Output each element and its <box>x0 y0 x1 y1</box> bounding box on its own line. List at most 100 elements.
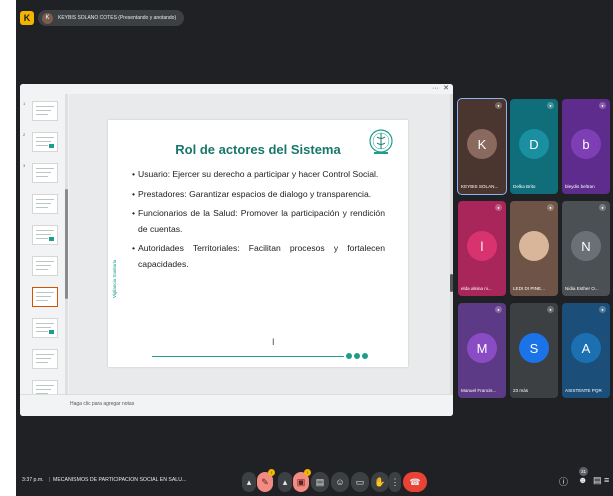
participant-tile[interactable]: ● LEDI DI PINE... <box>510 201 558 296</box>
emoji-button[interactable]: ☺ <box>331 472 349 492</box>
camera-button[interactable]: ▣! <box>293 469 311 492</box>
mic-muted-icon: ● <box>495 102 502 109</box>
text-cursor-icon: I <box>272 337 275 347</box>
emoji-icon: ☺ <box>335 477 345 487</box>
more-icon[interactable]: ··· <box>432 84 439 93</box>
raise-hand-button[interactable]: ✋ <box>371 472 389 492</box>
slide-thumbnail-preview <box>32 349 58 369</box>
meeting-name: MECANISMOS DE PARTICIPACION SOCIAL EN SA… <box>53 477 187 483</box>
thumbnail-text-line <box>36 145 48 146</box>
participant-name: 23 más <box>513 388 529 393</box>
participant-name: Delka Brito <box>513 184 536 189</box>
participant-avatar: l <box>467 231 497 261</box>
mic-button[interactable]: ✎! <box>257 469 275 492</box>
leave-call-icon: ☎ <box>409 476 421 487</box>
present-button[interactable]: ▭ <box>351 472 369 492</box>
presenter-indicator[interactable]: K KEYBIS SOLANO COTES (Presentando y ano… <box>38 10 185 26</box>
thumbnail-text-line <box>36 106 54 107</box>
participant-tile[interactable]: ● N Nidia Esther O... <box>562 201 610 296</box>
meeting-screen: K K KEYBIS SOLANO COTES (Presentando y a… <box>16 0 613 496</box>
slide-thumbnail[interactable] <box>20 255 66 279</box>
slide-bullet: Autoridades Territoriales: Facilitan pro… <box>132 241 385 272</box>
slide-thumbnail[interactable] <box>20 224 66 248</box>
slide-thumbnail-panel[interactable]: 1 2 3 <box>20 94 66 416</box>
thumbnail-text-line <box>36 296 51 297</box>
slide-thumbnail-preview <box>32 101 58 121</box>
more-mic-options-icon: ▴ <box>246 476 252 487</box>
thumbnail-text-line <box>36 207 48 208</box>
activities-icon[interactable]: ≡ <box>604 475 609 485</box>
speaker-notes-bar[interactable]: Haga clic para agregar notas <box>20 394 453 416</box>
slide-footer <box>108 352 408 362</box>
thumbnail-text-line <box>36 172 51 173</box>
warning-badge-icon: ! <box>268 469 275 476</box>
participant-tile[interactable]: ● M Manuel Francis... <box>458 303 506 398</box>
instagram-icon <box>354 353 360 359</box>
close-icon[interactable]: ✕ <box>443 84 449 93</box>
people-icon[interactable]: ☻ <box>578 475 587 485</box>
slide-thumbnail[interactable] <box>20 193 66 217</box>
mic-icon: ✎ <box>261 476 269 487</box>
facebook-icon <box>346 353 352 359</box>
thumbnail-text-line <box>36 354 54 355</box>
slide-scrollbar[interactable] <box>450 94 453 394</box>
thumbnail-text-line <box>36 331 48 332</box>
more-options-button[interactable]: ⋮ <box>389 472 401 492</box>
thumbnail-scrollbar-thumb[interactable] <box>65 189 68 299</box>
thumbnail-text-line <box>36 261 54 262</box>
slide-thumbnail-preview <box>32 287 58 307</box>
slide-canvas[interactable]: Rol de actores del Sistema Usuario: Ejer… <box>69 94 450 394</box>
participant-tile[interactable]: ● S 23 más <box>510 303 558 398</box>
slide-thumbnail-preview <box>32 256 58 276</box>
thumbnail-text-line <box>36 238 48 239</box>
more-mic-options-button[interactable]: ▴ <box>242 472 256 492</box>
more-cam-options-button[interactable]: ▴ <box>278 472 292 492</box>
thumbnail-text-line <box>36 110 51 111</box>
thumbnail-text-line <box>36 300 48 301</box>
present-icon: ▭ <box>355 476 365 487</box>
twitter-icon <box>362 353 368 359</box>
chat-icon[interactable]: ▤ <box>593 475 602 486</box>
slide-thumbnail[interactable] <box>20 317 66 341</box>
app-logo-icon[interactable]: K <box>20 11 34 25</box>
thumbnail-text-line <box>36 137 54 138</box>
slide-thumbnail-preview <box>32 318 58 338</box>
participant-avatar: D <box>519 129 549 159</box>
slide-thumbnail[interactable]: 1 <box>20 100 66 124</box>
thumbnail-text-line <box>36 114 48 115</box>
participant-tile[interactable]: ● l elda alsina ni... <box>458 201 506 296</box>
thumbnail-accent <box>49 237 54 241</box>
participant-tile[interactable]: ● b bleydis beltran <box>562 99 610 194</box>
slide-thumbnail[interactable]: 3 <box>20 162 66 186</box>
slide-bullet: Funcionarios de la Salud: Promover la pa… <box>132 206 385 237</box>
thumbnail-text-line <box>36 234 51 235</box>
participant-name: elda alsina ni... <box>461 286 492 291</box>
thumbnail-text-line <box>36 358 51 359</box>
info-icon[interactable]: ⓘ <box>559 475 568 488</box>
meeting-divider: | <box>49 477 51 483</box>
slide-thumbnail[interactable]: 2 <box>20 131 66 155</box>
slide-scrollbar-thumb[interactable] <box>450 274 453 292</box>
slide-thumbnail[interactable] <box>20 286 66 310</box>
participant-tile[interactable]: ● D Delka Brito <box>510 99 558 194</box>
thumbnail-text-line <box>36 323 54 324</box>
thumbnail-text-line <box>36 265 51 266</box>
current-slide[interactable]: Rol de actores del Sistema Usuario: Ejer… <box>108 120 408 367</box>
captions-button[interactable]: ▤ <box>311 472 329 492</box>
thumbnail-text-line <box>36 389 51 390</box>
slide-thumbnail-number: 2 <box>23 132 26 137</box>
top-bar: K K KEYBIS SOLANO COTES (Presentando y a… <box>16 8 613 30</box>
thumbnail-text-line <box>36 203 51 204</box>
speaker-notes-placeholder[interactable]: Haga clic para agregar notas <box>70 401 134 407</box>
participant-tile[interactable]: ● K KEYBIS SOLAN... <box>457 98 507 195</box>
leave-call-button[interactable]: ☎ <box>403 472 427 492</box>
participant-avatar: A <box>571 333 601 363</box>
thumbnail-scrollbar[interactable] <box>65 94 68 394</box>
slide-thumbnail[interactable] <box>20 348 66 372</box>
participant-tile[interactable]: ● A ASISTENTE PQR <box>562 303 610 398</box>
footer-divider-line <box>152 356 344 357</box>
more-options-icon: ⋮ <box>390 476 400 487</box>
health-emblem-icon <box>369 129 393 154</box>
participant-avatar: K <box>467 129 497 159</box>
mic-muted-icon: ● <box>547 102 554 109</box>
